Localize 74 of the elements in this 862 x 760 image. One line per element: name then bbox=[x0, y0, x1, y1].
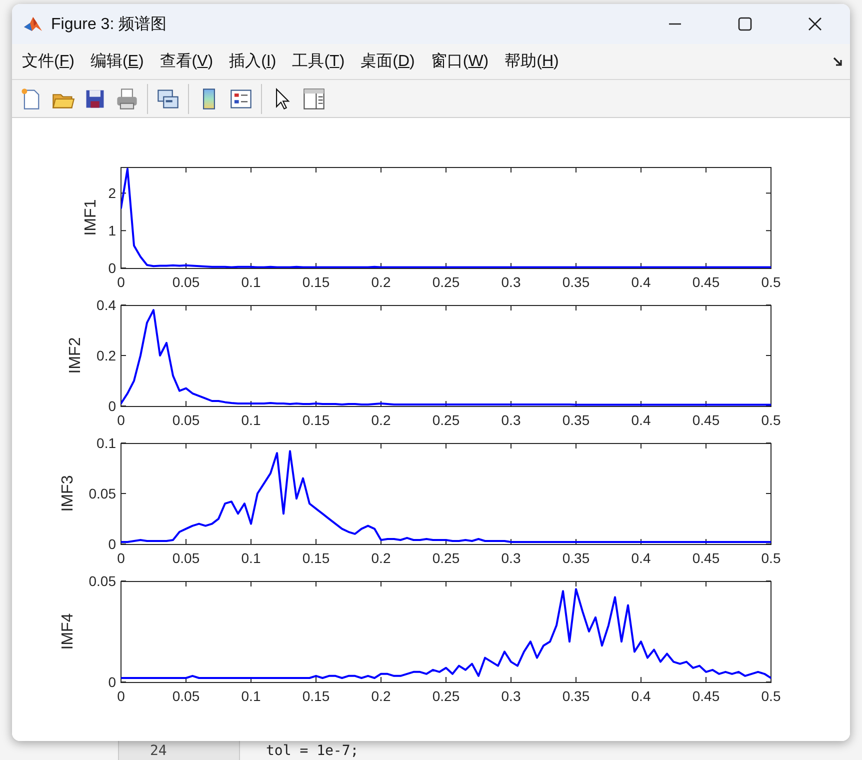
tick-label: 0.05 bbox=[88, 573, 116, 589]
tick-label: 0.25 bbox=[432, 688, 460, 704]
tick-label: 0.5 bbox=[761, 274, 781, 290]
tick-label: 0.15 bbox=[302, 550, 330, 566]
tick-label: 0.05 bbox=[172, 688, 200, 704]
tick-label: 0.45 bbox=[692, 688, 720, 704]
tick-label: 0.25 bbox=[432, 274, 460, 290]
axis-label: IMF1 bbox=[82, 199, 100, 236]
tick-label: 0.35 bbox=[562, 688, 590, 704]
axis-label: IMF4 bbox=[60, 613, 77, 650]
menu-item[interactable]: 编辑(E) bbox=[83, 51, 151, 72]
tick-label: 0.45 bbox=[692, 550, 720, 566]
tick-label: 0.4 bbox=[631, 412, 651, 428]
tick-label: 0.5 bbox=[761, 550, 781, 566]
menu-item[interactable]: 插入(I) bbox=[222, 51, 284, 72]
tick-label: 0 bbox=[117, 550, 125, 566]
menu-item[interactable]: 帮助(H) bbox=[498, 51, 566, 72]
tick-label: 2 bbox=[108, 185, 116, 202]
menu-item[interactable]: 工具(T) bbox=[285, 51, 352, 72]
tick-label: 0 bbox=[108, 398, 116, 414]
tick-label: 0.1 bbox=[96, 435, 116, 451]
tick-label: 0.25 bbox=[432, 412, 460, 428]
tick-label: 0.4 bbox=[96, 297, 116, 313]
tick-label: 0.15 bbox=[302, 688, 330, 704]
tick-label: 0.3 bbox=[501, 688, 521, 704]
tick-label: 0.2 bbox=[96, 348, 116, 364]
tick-label: 0.15 bbox=[302, 412, 330, 428]
tick-label: 0.45 bbox=[692, 412, 720, 428]
tick-label: 0.4 bbox=[631, 550, 651, 566]
line-number: 24 bbox=[150, 743, 167, 759]
close-icon bbox=[807, 16, 823, 32]
tick-label: 0.4 bbox=[631, 688, 651, 704]
code-line: tol = 1e-7; bbox=[266, 743, 359, 759]
tick-label: 0.05 bbox=[88, 486, 116, 502]
tick-label: 0 bbox=[117, 688, 125, 704]
tick-label: 0.25 bbox=[432, 550, 460, 566]
dock-arrow-icon[interactable] bbox=[832, 56, 844, 68]
tick-label: 0.4 bbox=[631, 274, 651, 290]
window-title: Figure 3: 频谱图 bbox=[51, 14, 167, 34]
tick-label: 0 bbox=[108, 536, 116, 552]
tick-label: 0.1 bbox=[241, 274, 261, 290]
tick-label: 0.1 bbox=[241, 550, 261, 566]
axis-label: IMF2 bbox=[67, 337, 84, 374]
tick-label: 0.2 bbox=[371, 688, 391, 704]
tick-label: 0.2 bbox=[371, 550, 391, 566]
tick-label: 0.5 bbox=[761, 412, 781, 428]
tick-label: 0 bbox=[108, 674, 116, 690]
tick-label: 0.5 bbox=[761, 688, 781, 704]
menu-item[interactable]: 文件(F) bbox=[15, 51, 82, 72]
tick-label: 0.1 bbox=[241, 688, 261, 704]
tick-label: 0.05 bbox=[172, 274, 200, 290]
tick-label: 0.3 bbox=[501, 274, 521, 290]
tick-label: 0.3 bbox=[501, 412, 521, 428]
tick-label: 1 bbox=[108, 222, 116, 239]
tick-label: 0.3 bbox=[501, 550, 521, 566]
axis-label: IMF3 bbox=[60, 475, 77, 512]
tick-label: 0.2 bbox=[371, 274, 391, 290]
tick-label: 0.05 bbox=[172, 412, 200, 428]
tick-label: 0.1 bbox=[241, 412, 261, 428]
menu-item[interactable]: 查看(V) bbox=[152, 51, 220, 72]
tick-label: 0.35 bbox=[562, 550, 590, 566]
tick-label: 0.45 bbox=[692, 274, 720, 290]
menu-item[interactable]: 窗口(W) bbox=[424, 51, 496, 72]
tick-label: 0 bbox=[117, 274, 125, 290]
tick-label: 0.35 bbox=[562, 412, 590, 428]
menu-item[interactable]: 桌面(D) bbox=[354, 51, 422, 72]
tick-label: 0.05 bbox=[172, 550, 200, 566]
maximize-icon bbox=[737, 16, 753, 32]
tick-label: 0 bbox=[117, 412, 125, 428]
tick-label: 0.35 bbox=[562, 274, 590, 290]
minimize-icon bbox=[668, 23, 682, 25]
tick-label: 0.15 bbox=[302, 274, 330, 290]
tick-label: 0 bbox=[108, 260, 116, 276]
tick-label: 0.2 bbox=[371, 412, 391, 428]
